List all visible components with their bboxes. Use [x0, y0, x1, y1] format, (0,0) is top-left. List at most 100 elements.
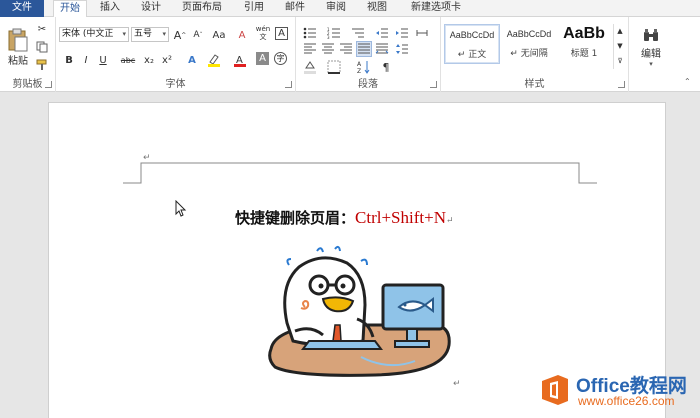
svg-text:Z: Z — [357, 68, 361, 74]
borders-icon[interactable] — [326, 59, 342, 75]
tab-references[interactable]: 引用 — [238, 0, 270, 17]
tab-file[interactable]: 文件 — [0, 0, 44, 17]
chevron-down-icon: ▾ — [122, 30, 126, 38]
document-title-line: 快捷键删除页眉：Ctrl+Shift+N↵ — [235, 207, 454, 228]
font-size-combo[interactable]: 五号 ▾ — [131, 27, 169, 42]
clear-format-icon[interactable]: A — [234, 27, 250, 43]
bold-button[interactable]: B — [61, 52, 77, 68]
style-no-spacing[interactable]: AaBbCcDd ↵ 无间隔 — [501, 24, 557, 64]
header-line — [123, 162, 597, 184]
grow-font-icon[interactable]: A ^ — [172, 27, 188, 43]
clipboard-launcher-icon[interactable] — [45, 81, 52, 88]
font-group-label: 字体 — [165, 79, 186, 90]
font-size-value: 五号 — [134, 29, 153, 39]
char-shading-icon[interactable]: A — [256, 52, 269, 65]
editing-label: 编辑 — [641, 48, 661, 60]
underline-label: U — [99, 54, 107, 66]
paragraph-group: 123 A Z ¶ 段落 — [296, 17, 441, 92]
numbering-icon[interactable]: 123 — [326, 25, 342, 41]
tab-mailings[interactable]: 邮件 — [279, 0, 311, 17]
char-border-button[interactable]: A — [275, 27, 288, 40]
svg-text:A: A — [357, 61, 362, 68]
cartoon-illustration — [268, 245, 451, 377]
tab-design[interactable]: 设计 — [135, 0, 167, 17]
style-normal[interactable]: AaBbCcDd ↵ 正文 — [444, 24, 500, 64]
tab-review[interactable]: 审阅 — [320, 0, 352, 17]
bullets-icon[interactable] — [302, 25, 318, 41]
style-heading-1[interactable]: AaBb 标题 1 — [558, 24, 610, 64]
justify-icon[interactable] — [356, 41, 372, 57]
styles-launcher-icon[interactable] — [618, 81, 625, 88]
change-case-button[interactable]: Aa — [209, 27, 229, 43]
document-area: ↵ 快捷键删除页眉：Ctrl+Shift+N↵ ↵ — [0, 93, 700, 418]
highlight-icon[interactable] — [206, 52, 222, 68]
image-paragraph-mark: ↵ — [453, 379, 461, 389]
office-logo-icon — [542, 375, 568, 405]
subscript-button[interactable]: x₂ — [141, 52, 157, 68]
tab-new-tab[interactable]: 新建选项卡 — [405, 0, 467, 17]
editing-button[interactable]: 编辑 ▾ — [635, 22, 667, 72]
chevron-down-icon: ▾ — [649, 59, 653, 68]
font-name-value: 宋体 (中文正 — [62, 29, 114, 39]
paste-button[interactable]: 粘贴 — [5, 23, 31, 71]
superscript-label: x² — [162, 54, 172, 66]
style-no-spacing-name: ↵ 无间隔 — [510, 49, 548, 59]
shrink-font-icon[interactable]: Aˇ — [190, 27, 206, 43]
title-paragraph-mark: ↵ — [445, 216, 454, 226]
tab-insert[interactable]: 插入 — [94, 0, 126, 17]
italic-button[interactable]: I — [78, 52, 94, 68]
scroll-up-icon[interactable]: ▲ — [614, 24, 626, 37]
watermark-url: www.office26.com — [578, 394, 675, 408]
binoculars-icon — [644, 28, 658, 41]
subscript-label: x₂ — [144, 54, 154, 66]
enclose-char-icon[interactable]: 字 — [274, 52, 287, 65]
title-text: 快捷键删除页眉： — [235, 209, 356, 227]
decrease-indent-icon[interactable] — [374, 25, 390, 41]
tab-page-layout[interactable]: 页面布局 — [176, 0, 228, 17]
strikethrough-label: abc — [120, 55, 136, 65]
gallery-more-icon[interactable]: ⊽ — [614, 54, 626, 67]
svg-text:3: 3 — [327, 35, 330, 39]
format-painter-icon[interactable] — [34, 57, 50, 73]
text-effects-icon[interactable]: A — [184, 52, 200, 68]
tab-home[interactable]: 开始 — [53, 0, 87, 18]
styles-gallery-scroll: ▲ ▼ ⊽ — [613, 24, 626, 69]
align-left-icon[interactable] — [302, 41, 318, 57]
strikethrough-button[interactable]: abc — [118, 52, 138, 68]
style-normal-name: ↵ 正文 — [457, 50, 487, 60]
shortcut-text: Ctrl+Shift+N — [355, 208, 446, 227]
chinese-layout-icon[interactable] — [414, 25, 430, 41]
distributed-icon[interactable] — [374, 41, 390, 57]
scroll-down-icon[interactable]: ▼ — [614, 39, 626, 52]
editing-group: 编辑 ▾ — [629, 17, 673, 92]
shading-icon[interactable] — [302, 59, 318, 75]
font-launcher-icon[interactable] — [285, 81, 292, 88]
line-spacing-icon[interactable] — [394, 41, 410, 57]
phonetic-guide-button[interactable]: wén 文 — [255, 25, 271, 41]
increase-indent-icon[interactable] — [394, 25, 410, 41]
sort-icon[interactable]: AZ — [356, 59, 372, 75]
superscript-button[interactable]: x² — [159, 52, 175, 68]
copy-icon[interactable] — [34, 39, 50, 55]
collapse-ribbon-icon[interactable]: ⌃ — [684, 77, 691, 86]
phonetic-guide-label: wén — [255, 25, 271, 33]
show-marks-icon[interactable]: ¶ — [378, 59, 394, 75]
char-border-label: A — [278, 28, 285, 39]
multilevel-list-icon[interactable] — [350, 25, 366, 41]
underline-button[interactable]: U — [95, 52, 111, 68]
style-heading-1-name: 标题 1 — [570, 49, 598, 59]
paste-label: 粘贴 — [8, 55, 28, 67]
align-center-icon[interactable] — [320, 41, 336, 57]
bold-label: B — [65, 54, 73, 66]
change-case-label: Aa — [212, 29, 226, 41]
font-color-icon[interactable]: A — [232, 52, 248, 68]
align-right-icon[interactable] — [338, 41, 354, 57]
font-name-combo[interactable]: 宋体 (中文正 ▾ — [59, 27, 129, 42]
site-watermark-logo: Office教程网 www.office26.com — [538, 371, 700, 411]
tab-view[interactable]: 视图 — [361, 0, 393, 17]
cut-icon[interactable]: ✂ — [34, 21, 50, 37]
italic-label: I — [84, 54, 88, 66]
ribbon-tab-bar: 文件 开始 插入 设计 页面布局 引用 邮件 审阅 视图 新建选项卡 — [0, 0, 700, 18]
style-heading-1-sample: AaBb — [563, 25, 605, 42]
paragraph-launcher-icon[interactable] — [430, 81, 437, 88]
